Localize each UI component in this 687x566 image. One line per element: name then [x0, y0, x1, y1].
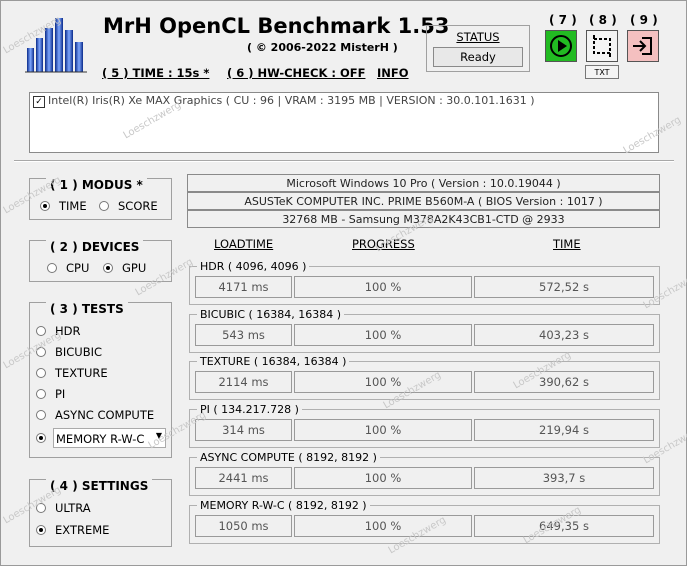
test-result-title: BICUBIC ( 16384, 16384 )	[197, 308, 345, 321]
progress-cell: 100 %	[294, 515, 472, 537]
tests-async-radio[interactable]	[36, 410, 46, 420]
loadtime-cell: 1050 ms	[195, 515, 292, 537]
tests-hdr-radio[interactable]	[36, 326, 46, 336]
settings-ultra-radio[interactable]	[36, 503, 46, 513]
test-result-title: HDR ( 4096, 4096 )	[197, 260, 310, 273]
app-logo	[25, 14, 87, 74]
button-8-label: ( 8 )	[589, 13, 617, 27]
copyright-text: ( © 2006-2022 MisterH )	[247, 41, 398, 54]
devices-gpu-label: GPU	[122, 261, 147, 275]
screenshot-button[interactable]	[586, 30, 618, 62]
tests-memory-dropdown[interactable]: MEMORY R-W-C ▼	[53, 428, 166, 448]
settings-extreme-label: EXTREME	[55, 523, 110, 537]
tests-memory-radio[interactable]	[36, 433, 46, 443]
system-memory: 32768 MB - Samsung M378A2K43CB1-CTD @ 29…	[187, 210, 660, 228]
time-cell: 219,94 s	[474, 419, 654, 441]
tests-hdr-label: HDR	[55, 324, 81, 338]
time-cell: 572,52 s	[474, 276, 654, 298]
loadtime-cell: 2114 ms	[195, 371, 292, 393]
time-cell: 649,35 s	[474, 515, 654, 537]
status-value: Ready	[433, 47, 523, 67]
modus-title: ( 1 ) MODUS *	[46, 178, 147, 192]
loadtime-cell: 543 ms	[195, 324, 292, 346]
test-result-title: PI ( 134.217.728 )	[197, 403, 302, 416]
time-cell: 390,62 s	[474, 371, 654, 393]
tests-title: ( 3 ) TESTS	[46, 302, 128, 316]
device-name: Intel(R) Iris(R) Xe MAX Graphics ( CU : …	[48, 94, 535, 107]
tests-async-label: ASYNC COMPUTE	[55, 408, 155, 422]
time-cell: 403,23 s	[474, 324, 654, 346]
tests-pi-label: PI	[55, 387, 66, 401]
modus-time-radio[interactable]	[40, 201, 50, 211]
time-cell: 393,7 s	[474, 467, 654, 489]
progress-cell: 100 %	[294, 419, 472, 441]
exit-button[interactable]	[627, 30, 659, 62]
settings-extreme-radio[interactable]	[36, 525, 46, 535]
tests-bicubic-radio[interactable]	[36, 347, 46, 357]
play-icon	[550, 35, 572, 57]
test-result-title: ASYNC COMPUTE ( 8192, 8192 )	[197, 451, 380, 464]
sign-in-icon	[633, 37, 652, 55]
button-9-label: ( 9 )	[630, 13, 658, 27]
modus-score-label: SCORE	[118, 199, 158, 213]
status-panel: STATUS Ready	[426, 25, 530, 72]
progress-cell: 100 %	[294, 324, 472, 346]
progress-cell: 100 %	[294, 467, 472, 489]
test-result-title: MEMORY R-W-C ( 8192, 8192 )	[197, 499, 370, 512]
chevron-down-icon: ▼	[155, 431, 162, 440]
progress-cell: 100 %	[294, 371, 472, 393]
settings-ultra-label: ULTRA	[55, 501, 91, 515]
modus-score-radio[interactable]	[99, 201, 109, 211]
devices-cpu-radio[interactable]	[47, 263, 57, 273]
button-7-label: ( 7 )	[549, 13, 577, 27]
devices-title: ( 2 ) DEVICES	[46, 240, 144, 254]
tests-pi-radio[interactable]	[36, 389, 46, 399]
tests-texture-label: TEXTURE	[55, 366, 108, 380]
devices-gpu-radio[interactable]	[103, 263, 113, 273]
loadtime-cell: 2441 ms	[195, 467, 292, 489]
tests-texture-radio[interactable]	[36, 368, 46, 378]
tests-bicubic-label: BICUBIC	[55, 345, 103, 359]
separator	[14, 160, 674, 162]
txt-export-button[interactable]: TXT	[585, 65, 619, 79]
test-result-title: TEXTURE ( 16384, 16384 )	[197, 355, 350, 368]
settings-title: ( 4 ) SETTINGS	[46, 479, 153, 493]
devices-cpu-label: CPU	[66, 261, 90, 275]
crop-icon	[593, 35, 611, 57]
start-benchmark-button[interactable]	[545, 30, 577, 62]
modus-time-label: TIME	[59, 199, 87, 213]
system-board: ASUSTeK COMPUTER INC. PRIME B560M-A ( BI…	[187, 192, 660, 210]
column-progress: PROGRESS	[352, 237, 415, 251]
info-link[interactable]: INFO	[377, 66, 409, 80]
time-setting-link[interactable]: ( 5 ) TIME : 15s *	[102, 66, 209, 80]
column-loadtime: LOADTIME	[214, 237, 274, 251]
device-checkbox[interactable]: ✓	[33, 96, 45, 108]
dropdown-value: MEMORY R-W-C	[56, 432, 145, 446]
loadtime-cell: 314 ms	[195, 419, 292, 441]
loadtime-cell: 4171 ms	[195, 276, 292, 298]
app-title: MrH OpenCL Benchmark 1.53	[103, 14, 450, 38]
status-label: STATUS	[456, 30, 500, 44]
hwcheck-link[interactable]: ( 6 ) HW-CHECK : OFF	[227, 66, 365, 80]
progress-cell: 100 %	[294, 276, 472, 298]
column-time: TIME	[553, 237, 581, 251]
system-os: Microsoft Windows 10 Pro ( Version : 10.…	[187, 174, 660, 192]
